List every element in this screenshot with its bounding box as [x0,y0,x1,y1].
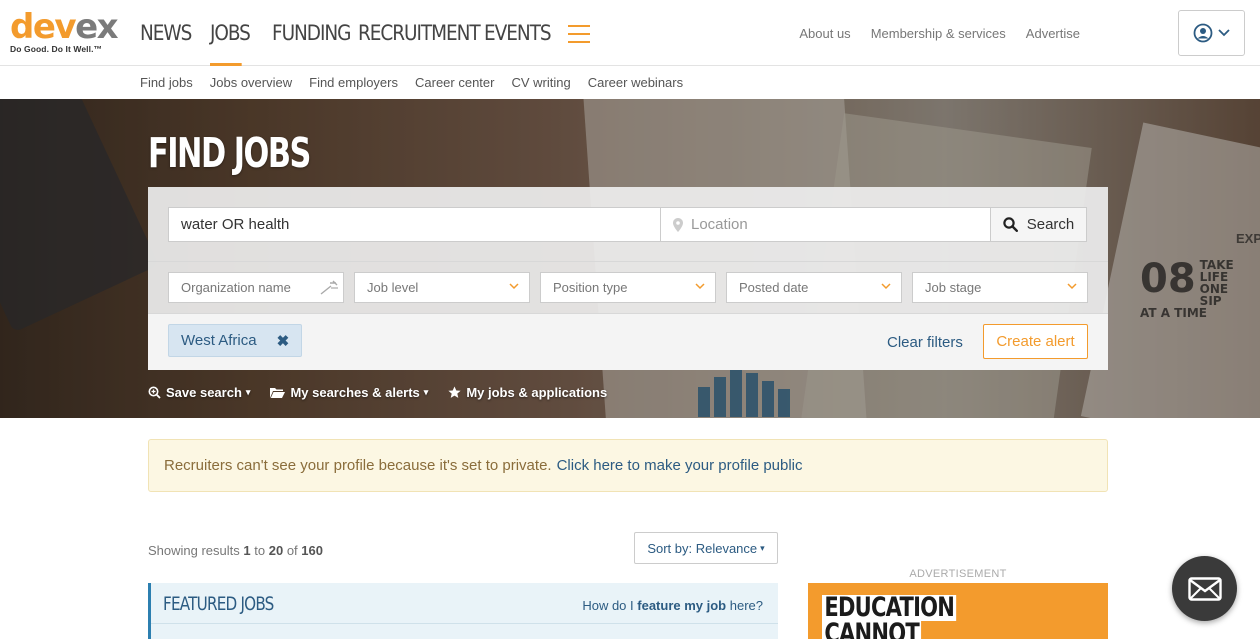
results-total: 160 [301,543,323,558]
active-filter-label: West Africa [181,332,257,349]
results-count: Showing results 1 to 20 of 160 [148,543,323,558]
chevron-down-icon [881,283,891,290]
subnav-cv-writing[interactable]: CV writing [511,75,570,90]
chevron-down-icon [509,283,519,290]
results-from: 1 [243,543,251,558]
mail-icon [1187,576,1222,601]
map-pin-icon [673,218,683,232]
feature-help-prefix: How do I [582,598,634,613]
subnav-career-center[interactable]: Career center [415,75,494,90]
subnav-find-employers[interactable]: Find employers [309,75,398,90]
feature-help-bold: feature my job [637,598,727,613]
advertisement-label: ADVERTISEMENT [909,568,1007,580]
membership-link[interactable]: Membership & services [871,26,1006,41]
alert-text: Recruiters can't see your profile becaus… [164,457,552,474]
close-icon[interactable]: ✖ [277,332,290,350]
my-jobs-link[interactable]: My jobs & applications [448,385,607,400]
organization-filter[interactable]: Organization name [168,272,344,303]
feature-job-help[interactable]: How do I feature my job here? [582,598,763,613]
chevron-down-icon: ▾ [423,387,429,397]
chevron-down-icon: ▾ [760,542,765,553]
logo-wordmark: devex [10,10,120,44]
sort-label: Sort by: Relevance [647,540,758,556]
chevron-down-icon [1067,283,1077,290]
organization-filter-label: Organization name [181,280,291,295]
position-type-filter[interactable]: Position type [540,272,716,303]
position-type-filter-label: Position type [553,280,628,295]
feature-help-suffix: here? [729,598,763,613]
nav-recruitment[interactable]: RECRUITMENT [358,0,481,66]
results-to: 20 [268,543,284,558]
top-header: devex Do Good. Do It Well.™ NEWS JOBS FU… [0,0,1260,66]
subnav-find-jobs[interactable]: Find jobs [140,75,193,90]
search-actions: Save search ▾ My searches & alerts ▾ My … [148,385,627,400]
nav-news[interactable]: NEWS [140,0,192,66]
active-filters-row: West Africa ✖ Clear filters Create alert [148,314,1108,370]
user-menu-button[interactable] [1178,10,1245,56]
my-searches-dropdown[interactable]: My searches & alerts ▾ [270,385,428,400]
results-to-word: to [254,543,266,558]
make-profile-public-link[interactable]: Click here to make your profile public [557,457,803,474]
job-level-filter[interactable]: Job level [354,272,530,303]
sort-dropdown[interactable]: Sort by: Relevance ▾ [634,532,778,564]
page-title: FIND JOBS [148,129,311,177]
header-links: About us Membership & services Advertise [779,0,1080,66]
chevron-down-icon [695,283,705,290]
keyword-input[interactable] [168,207,661,242]
location-field[interactable] [660,207,991,242]
subnav-career-webinars[interactable]: Career webinars [588,75,683,90]
sub-nav: Find jobs Jobs overview Find employers C… [0,66,1260,99]
job-stage-filter-label: Job stage [925,280,982,295]
job-level-filter-label: Job level [367,280,419,295]
nav-events[interactable]: EVENTS [484,0,552,66]
create-alert-button[interactable]: Create alert [983,324,1088,359]
save-search-label: Save search [166,385,242,400]
my-jobs-label: My jobs & applications [466,385,608,400]
search-button-label: Search [1026,216,1075,233]
hamburger-menu-icon[interactable] [568,25,590,43]
star-icon [448,386,461,398]
ad-line-2: CANNOT [822,620,922,639]
clear-filters-link[interactable]: Clear filters [887,334,963,351]
my-searches-label: My searches & alerts [290,385,420,400]
featured-jobs-header: FEATURED JOBS How do I feature my job he… [148,583,778,639]
devex-logo[interactable]: devex Do Good. Do It Well.™ [10,10,120,58]
nav-funding[interactable]: FUNDING [272,0,351,66]
folder-icon [270,387,286,398]
message-button[interactable] [1172,556,1237,621]
chevron-down-icon [1218,29,1230,37]
posted-date-filter-label: Posted date [739,280,809,295]
advertisement-banner[interactable]: EDUCATION CANNOT [808,583,1108,639]
save-search-dropdown[interactable]: Save search ▾ [148,385,250,400]
featured-jobs-title: FEATURED JOBS [163,593,274,615]
user-circle-icon [1193,23,1213,43]
search-button[interactable]: Search [990,207,1087,242]
private-profile-alert: Recruiters can't see your profile becaus… [148,439,1108,492]
results-of-word: of [286,543,298,558]
search-plus-icon [148,386,161,399]
nav-jobs[interactable]: JOBS [210,0,251,66]
job-stage-filter[interactable]: Job stage [912,272,1088,303]
results-prefix: Showing results [148,543,240,558]
advertise-link[interactable]: Advertise [1026,26,1080,41]
featured-divider [151,623,778,624]
search-panel: Search Organization name Job level Posit… [148,187,1108,370]
chevron-down-icon: ▾ [245,387,251,397]
hero-section: 08 TAKE LIFE ONE SIP AT A TIME EXP FIND … [0,99,1260,418]
wrench-icon [320,280,338,295]
search-icon [1003,217,1018,232]
filter-row: Organization name Job level Position typ… [148,262,1108,314]
active-filter-chip: West Africa ✖ [168,324,303,357]
ad-headline: EDUCATION CANNOT [822,594,957,639]
location-input[interactable] [691,208,986,241]
posted-date-filter[interactable]: Posted date [726,272,902,303]
logo-dev: dev [10,7,77,47]
logo-ex: ex [75,7,119,47]
main-nav: NEWS JOBS FUNDING RECRUITMENT EVENTS [140,0,570,66]
about-us-link[interactable]: About us [799,26,850,41]
search-row: Search [148,187,1108,262]
subnav-jobs-overview[interactable]: Jobs overview [210,75,292,90]
